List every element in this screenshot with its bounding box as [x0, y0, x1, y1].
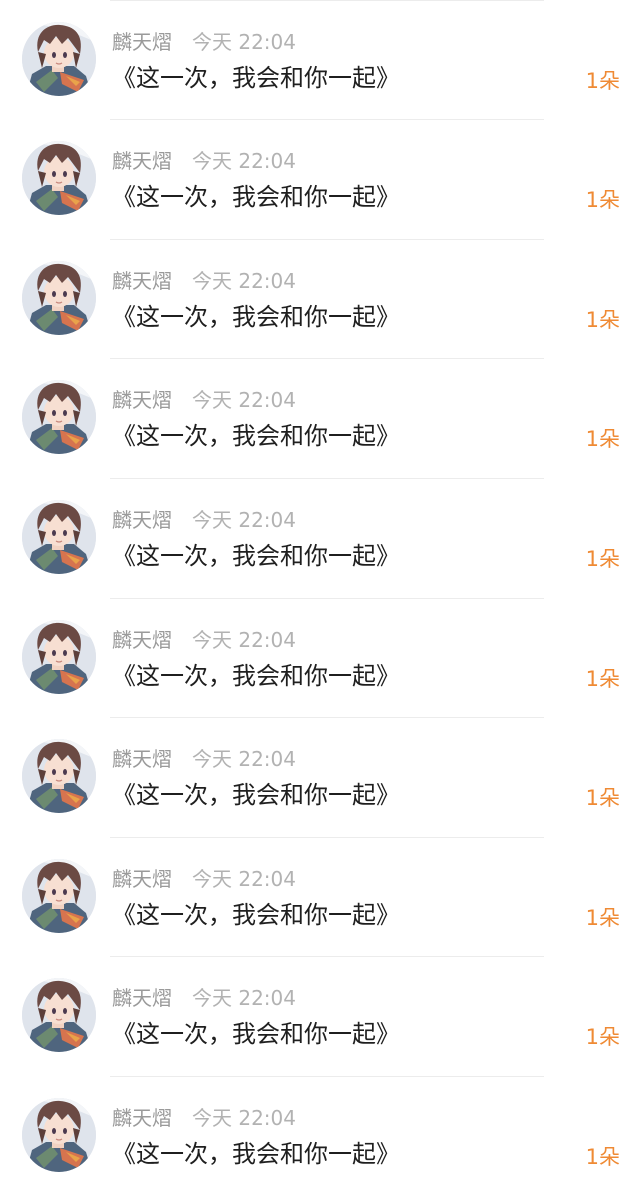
comment-time: 今天 22:04: [192, 867, 296, 891]
comment-row[interactable]: 麟天熠 今天 22:04 《这一次，我会和你一起》 1朵: [0, 119, 640, 239]
comment-row[interactable]: 麟天熠 今天 22:04 《这一次，我会和你一起》 1朵: [0, 1076, 640, 1196]
anime-avatar-icon: [22, 261, 96, 335]
avatar[interactable]: [22, 141, 96, 215]
avatar[interactable]: [22, 22, 96, 96]
comment-row[interactable]: 麟天熠 今天 22:04 《这一次，我会和你一起》 1朵: [0, 956, 640, 1076]
row-divider: [110, 1076, 544, 1077]
flower-count: 1朵: [585, 786, 620, 810]
row-divider: [110, 119, 544, 120]
avatar[interactable]: [22, 620, 96, 694]
comment-row[interactable]: 麟天熠 今天 22:04 《这一次，我会和你一起》 1朵: [0, 837, 640, 957]
comment-row[interactable]: 麟天熠 今天 22:04 《这一次，我会和你一起》 1朵: [0, 598, 640, 718]
flower-count: 1朵: [585, 69, 620, 93]
avatar[interactable]: [22, 859, 96, 933]
comment-row[interactable]: 麟天熠 今天 22:04 《这一次，我会和你一起》 1朵: [0, 0, 640, 120]
comment-text[interactable]: 《这一次，我会和你一起》: [112, 898, 400, 932]
row-divider: [110, 598, 544, 599]
row-divider: [110, 239, 544, 240]
flower-count: 1朵: [585, 427, 620, 451]
flower-count: 1朵: [585, 308, 620, 332]
author-name[interactable]: 麟天熠: [112, 506, 172, 534]
comment-list: 麟天熠 今天 22:04 《这一次，我会和你一起》 1朵 麟天熠 今天 22:0…: [0, 0, 640, 1187]
author-name[interactable]: 麟天熠: [112, 28, 172, 56]
author-name[interactable]: 麟天熠: [112, 745, 172, 773]
avatar[interactable]: [22, 380, 96, 454]
comment-text[interactable]: 《这一次，我会和你一起》: [112, 1017, 400, 1051]
avatar[interactable]: [22, 500, 96, 574]
anime-avatar-icon: [22, 620, 96, 694]
comment-time: 今天 22:04: [192, 269, 296, 293]
avatar[interactable]: [22, 1098, 96, 1172]
comment-row[interactable]: 麟天熠 今天 22:04 《这一次，我会和你一起》 1朵: [0, 358, 640, 478]
comment-text[interactable]: 《这一次，我会和你一起》: [112, 659, 400, 693]
author-name[interactable]: 麟天熠: [112, 984, 172, 1012]
avatar[interactable]: [22, 739, 96, 813]
row-divider: [110, 837, 544, 838]
anime-avatar-icon: [22, 380, 96, 454]
comment-text[interactable]: 《这一次，我会和你一起》: [112, 61, 400, 95]
anime-avatar-icon: [22, 141, 96, 215]
author-name[interactable]: 麟天熠: [112, 267, 172, 295]
flower-count: 1朵: [585, 667, 620, 691]
comment-row[interactable]: 麟天熠 今天 22:04 《这一次，我会和你一起》 1朵: [0, 478, 640, 598]
comment-time: 今天 22:04: [192, 628, 296, 652]
comment-text[interactable]: 《这一次，我会和你一起》: [112, 180, 400, 214]
comment-time: 今天 22:04: [192, 30, 296, 54]
author-name[interactable]: 麟天熠: [112, 147, 172, 175]
flower-count: 1朵: [585, 1025, 620, 1049]
author-name[interactable]: 麟天熠: [112, 626, 172, 654]
comment-text[interactable]: 《这一次，我会和你一起》: [112, 778, 400, 812]
author-name[interactable]: 麟天熠: [112, 1104, 172, 1132]
comment-time: 今天 22:04: [192, 149, 296, 173]
row-divider: [110, 956, 544, 957]
comment-text[interactable]: 《这一次，我会和你一起》: [112, 419, 400, 453]
anime-avatar-icon: [22, 978, 96, 1052]
comment-time: 今天 22:04: [192, 747, 296, 771]
author-name[interactable]: 麟天熠: [112, 865, 172, 893]
avatar[interactable]: [22, 261, 96, 335]
flower-count: 1朵: [585, 1145, 620, 1169]
row-divider: [110, 717, 544, 718]
comment-time: 今天 22:04: [192, 508, 296, 532]
comment-time: 今天 22:04: [192, 986, 296, 1010]
anime-avatar-icon: [22, 859, 96, 933]
avatar[interactable]: [22, 978, 96, 1052]
comment-text[interactable]: 《这一次，我会和你一起》: [112, 1137, 400, 1171]
comment-row[interactable]: 麟天熠 今天 22:04 《这一次，我会和你一起》 1朵: [0, 239, 640, 359]
anime-avatar-icon: [22, 500, 96, 574]
anime-avatar-icon: [22, 739, 96, 813]
anime-avatar-icon: [22, 1098, 96, 1172]
anime-avatar-icon: [22, 22, 96, 96]
flower-count: 1朵: [585, 547, 620, 571]
row-divider: [110, 358, 544, 359]
row-divider: [110, 478, 544, 479]
comment-time: 今天 22:04: [192, 388, 296, 412]
author-name[interactable]: 麟天熠: [112, 386, 172, 414]
comment-row[interactable]: 麟天熠 今天 22:04 《这一次，我会和你一起》 1朵: [0, 717, 640, 837]
flower-count: 1朵: [585, 188, 620, 212]
comment-time: 今天 22:04: [192, 1106, 296, 1130]
flower-count: 1朵: [585, 906, 620, 930]
row-divider: [110, 0, 544, 1]
comment-text[interactable]: 《这一次，我会和你一起》: [112, 539, 400, 573]
comment-text[interactable]: 《这一次，我会和你一起》: [112, 300, 400, 334]
